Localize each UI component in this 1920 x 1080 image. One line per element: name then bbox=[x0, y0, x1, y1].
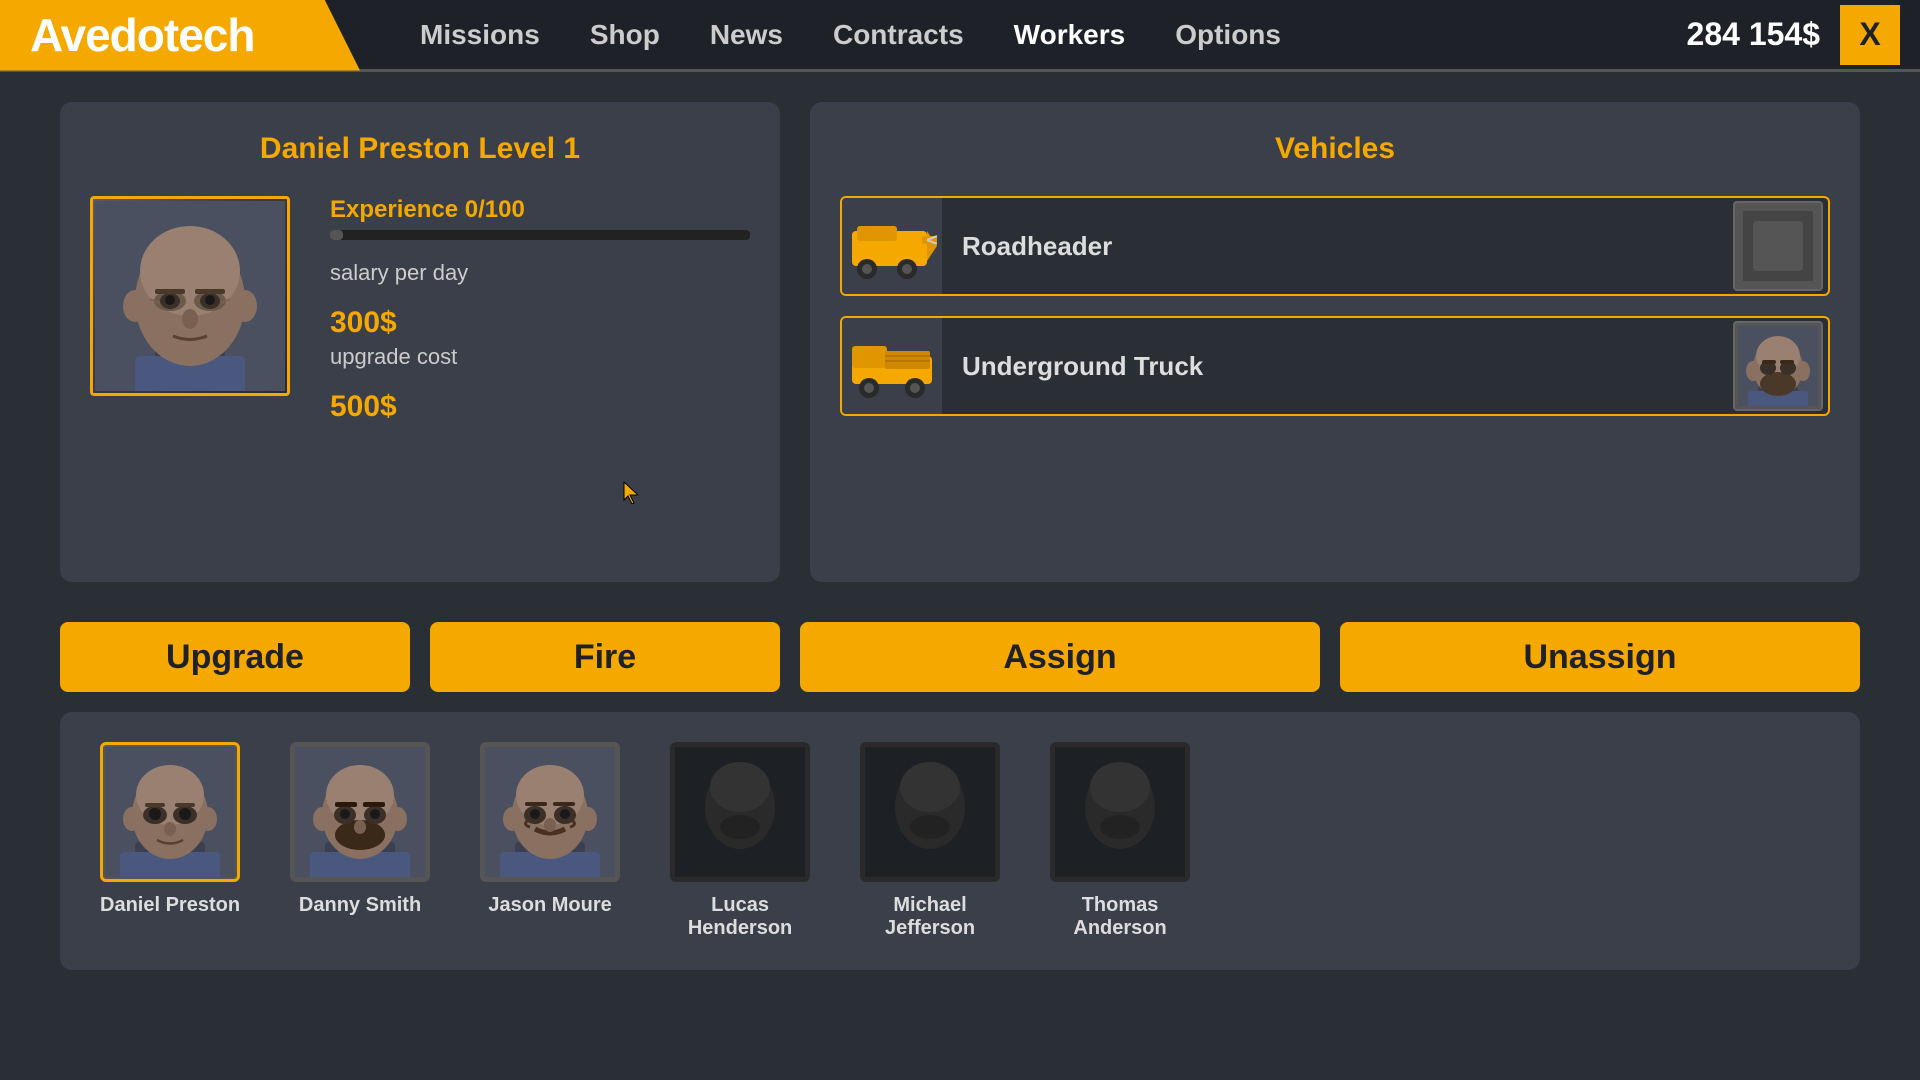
roadheader-thumbnail bbox=[842, 196, 942, 296]
roadheader-art bbox=[847, 211, 937, 281]
right-action-buttons: Assign Unassign bbox=[800, 622, 1860, 692]
left-action-buttons: Upgrade Fire bbox=[60, 622, 780, 692]
nav-workers[interactable]: Workers bbox=[1014, 19, 1126, 51]
lucas-card-name: Lucas Henderson bbox=[688, 894, 792, 940]
top-nav: Avedotech Missions Shop News Contracts W… bbox=[0, 0, 1920, 72]
nav-links: Missions Shop News Contracts Workers Opt… bbox=[360, 19, 1687, 51]
danny-card-art bbox=[295, 747, 425, 877]
truck-art bbox=[847, 331, 937, 401]
worker-detail-title: Daniel Preston Level 1 bbox=[90, 132, 750, 166]
action-buttons-row: Upgrade Fire Assign Unassign bbox=[0, 622, 1920, 692]
worker-card-jason[interactable]: Jason Moure bbox=[480, 742, 620, 917]
nav-missions[interactable]: Missions bbox=[420, 19, 540, 51]
empty-slot-icon bbox=[1743, 211, 1813, 281]
daniel-portrait-card bbox=[100, 742, 240, 882]
roadheader-worker-slot bbox=[1733, 201, 1823, 291]
danny-portrait-card bbox=[290, 742, 430, 882]
salary-label: salary per day bbox=[330, 260, 750, 286]
daniel-card-art bbox=[105, 747, 235, 877]
experience-label: Experience 0/100 bbox=[330, 196, 750, 224]
daniel-card-name: Daniel Preston bbox=[100, 894, 240, 917]
worker-card-michael[interactable]: Michael Jefferson bbox=[860, 742, 1000, 940]
upgrade-button[interactable]: Upgrade bbox=[60, 622, 410, 692]
thomas-card-name: Thomas Anderson bbox=[1073, 894, 1166, 940]
roadheader-name: Roadheader bbox=[942, 231, 1728, 262]
truck-worker-portrait bbox=[1738, 326, 1818, 406]
workers-list-panel: Daniel Preston Dan bbox=[60, 712, 1860, 970]
upgrade-cost-value: 500$ bbox=[330, 390, 750, 424]
experience-bar-fill bbox=[330, 230, 343, 240]
worker-card-daniel[interactable]: Daniel Preston bbox=[100, 742, 240, 917]
worker-portrait bbox=[90, 196, 290, 396]
unassign-button[interactable]: Unassign bbox=[1340, 622, 1860, 692]
underground-truck-name: Underground Truck bbox=[942, 351, 1728, 382]
nav-options[interactable]: Options bbox=[1175, 19, 1281, 51]
worker-card-danny[interactable]: Danny Smith bbox=[290, 742, 430, 917]
michael-card-name: Michael Jefferson bbox=[885, 894, 975, 940]
lucas-portrait-card bbox=[670, 742, 810, 882]
michael-portrait-card bbox=[860, 742, 1000, 882]
logo: Avedotech bbox=[0, 0, 360, 71]
logo-text: Avedotech bbox=[30, 8, 254, 62]
daniel-portrait-svg bbox=[95, 201, 285, 391]
main-panels: Daniel Preston Level 1 bbox=[0, 72, 1920, 612]
salary-value: 300$ bbox=[330, 306, 750, 340]
worker-detail-panel: Daniel Preston Level 1 bbox=[60, 102, 780, 582]
vehicle-row-underground-truck[interactable]: Underground Truck bbox=[840, 316, 1830, 416]
worker-portrait-img bbox=[93, 199, 287, 393]
nav-news[interactable]: News bbox=[710, 19, 783, 51]
danny-card-name: Danny Smith bbox=[299, 894, 421, 917]
underground-truck-worker-slot bbox=[1733, 321, 1823, 411]
nav-contracts[interactable]: Contracts bbox=[833, 19, 964, 51]
worker-detail-content: Experience 0/100 salary per day 300$ upg… bbox=[90, 196, 750, 428]
michael-card-art bbox=[865, 747, 995, 877]
worker-stats: Experience 0/100 salary per day 300$ upg… bbox=[330, 196, 750, 428]
underground-truck-thumbnail bbox=[842, 316, 942, 416]
nav-shop[interactable]: Shop bbox=[590, 19, 660, 51]
thomas-portrait-card bbox=[1050, 742, 1190, 882]
vehicles-panel: Vehicles Roadheader bbox=[810, 102, 1860, 582]
thomas-card-art bbox=[1055, 747, 1185, 877]
assign-button[interactable]: Assign bbox=[800, 622, 1320, 692]
jason-card-art bbox=[485, 747, 615, 877]
fire-button[interactable]: Fire bbox=[430, 622, 780, 692]
vehicles-title: Vehicles bbox=[840, 132, 1830, 166]
vehicle-row-roadheader[interactable]: Roadheader bbox=[840, 196, 1830, 296]
upgrade-cost-label: upgrade cost bbox=[330, 344, 750, 370]
balance-display: 284 154$ bbox=[1687, 16, 1820, 53]
nav-right: 284 154$ X bbox=[1687, 5, 1920, 65]
worker-card-lucas[interactable]: Lucas Henderson bbox=[670, 742, 810, 940]
jason-card-name: Jason Moure bbox=[488, 894, 611, 917]
lucas-card-art bbox=[675, 747, 805, 877]
close-button[interactable]: X bbox=[1840, 5, 1900, 65]
worker-card-thomas[interactable]: Thomas Anderson bbox=[1050, 742, 1190, 940]
jason-portrait-card bbox=[480, 742, 620, 882]
experience-bar-bg bbox=[330, 230, 750, 240]
